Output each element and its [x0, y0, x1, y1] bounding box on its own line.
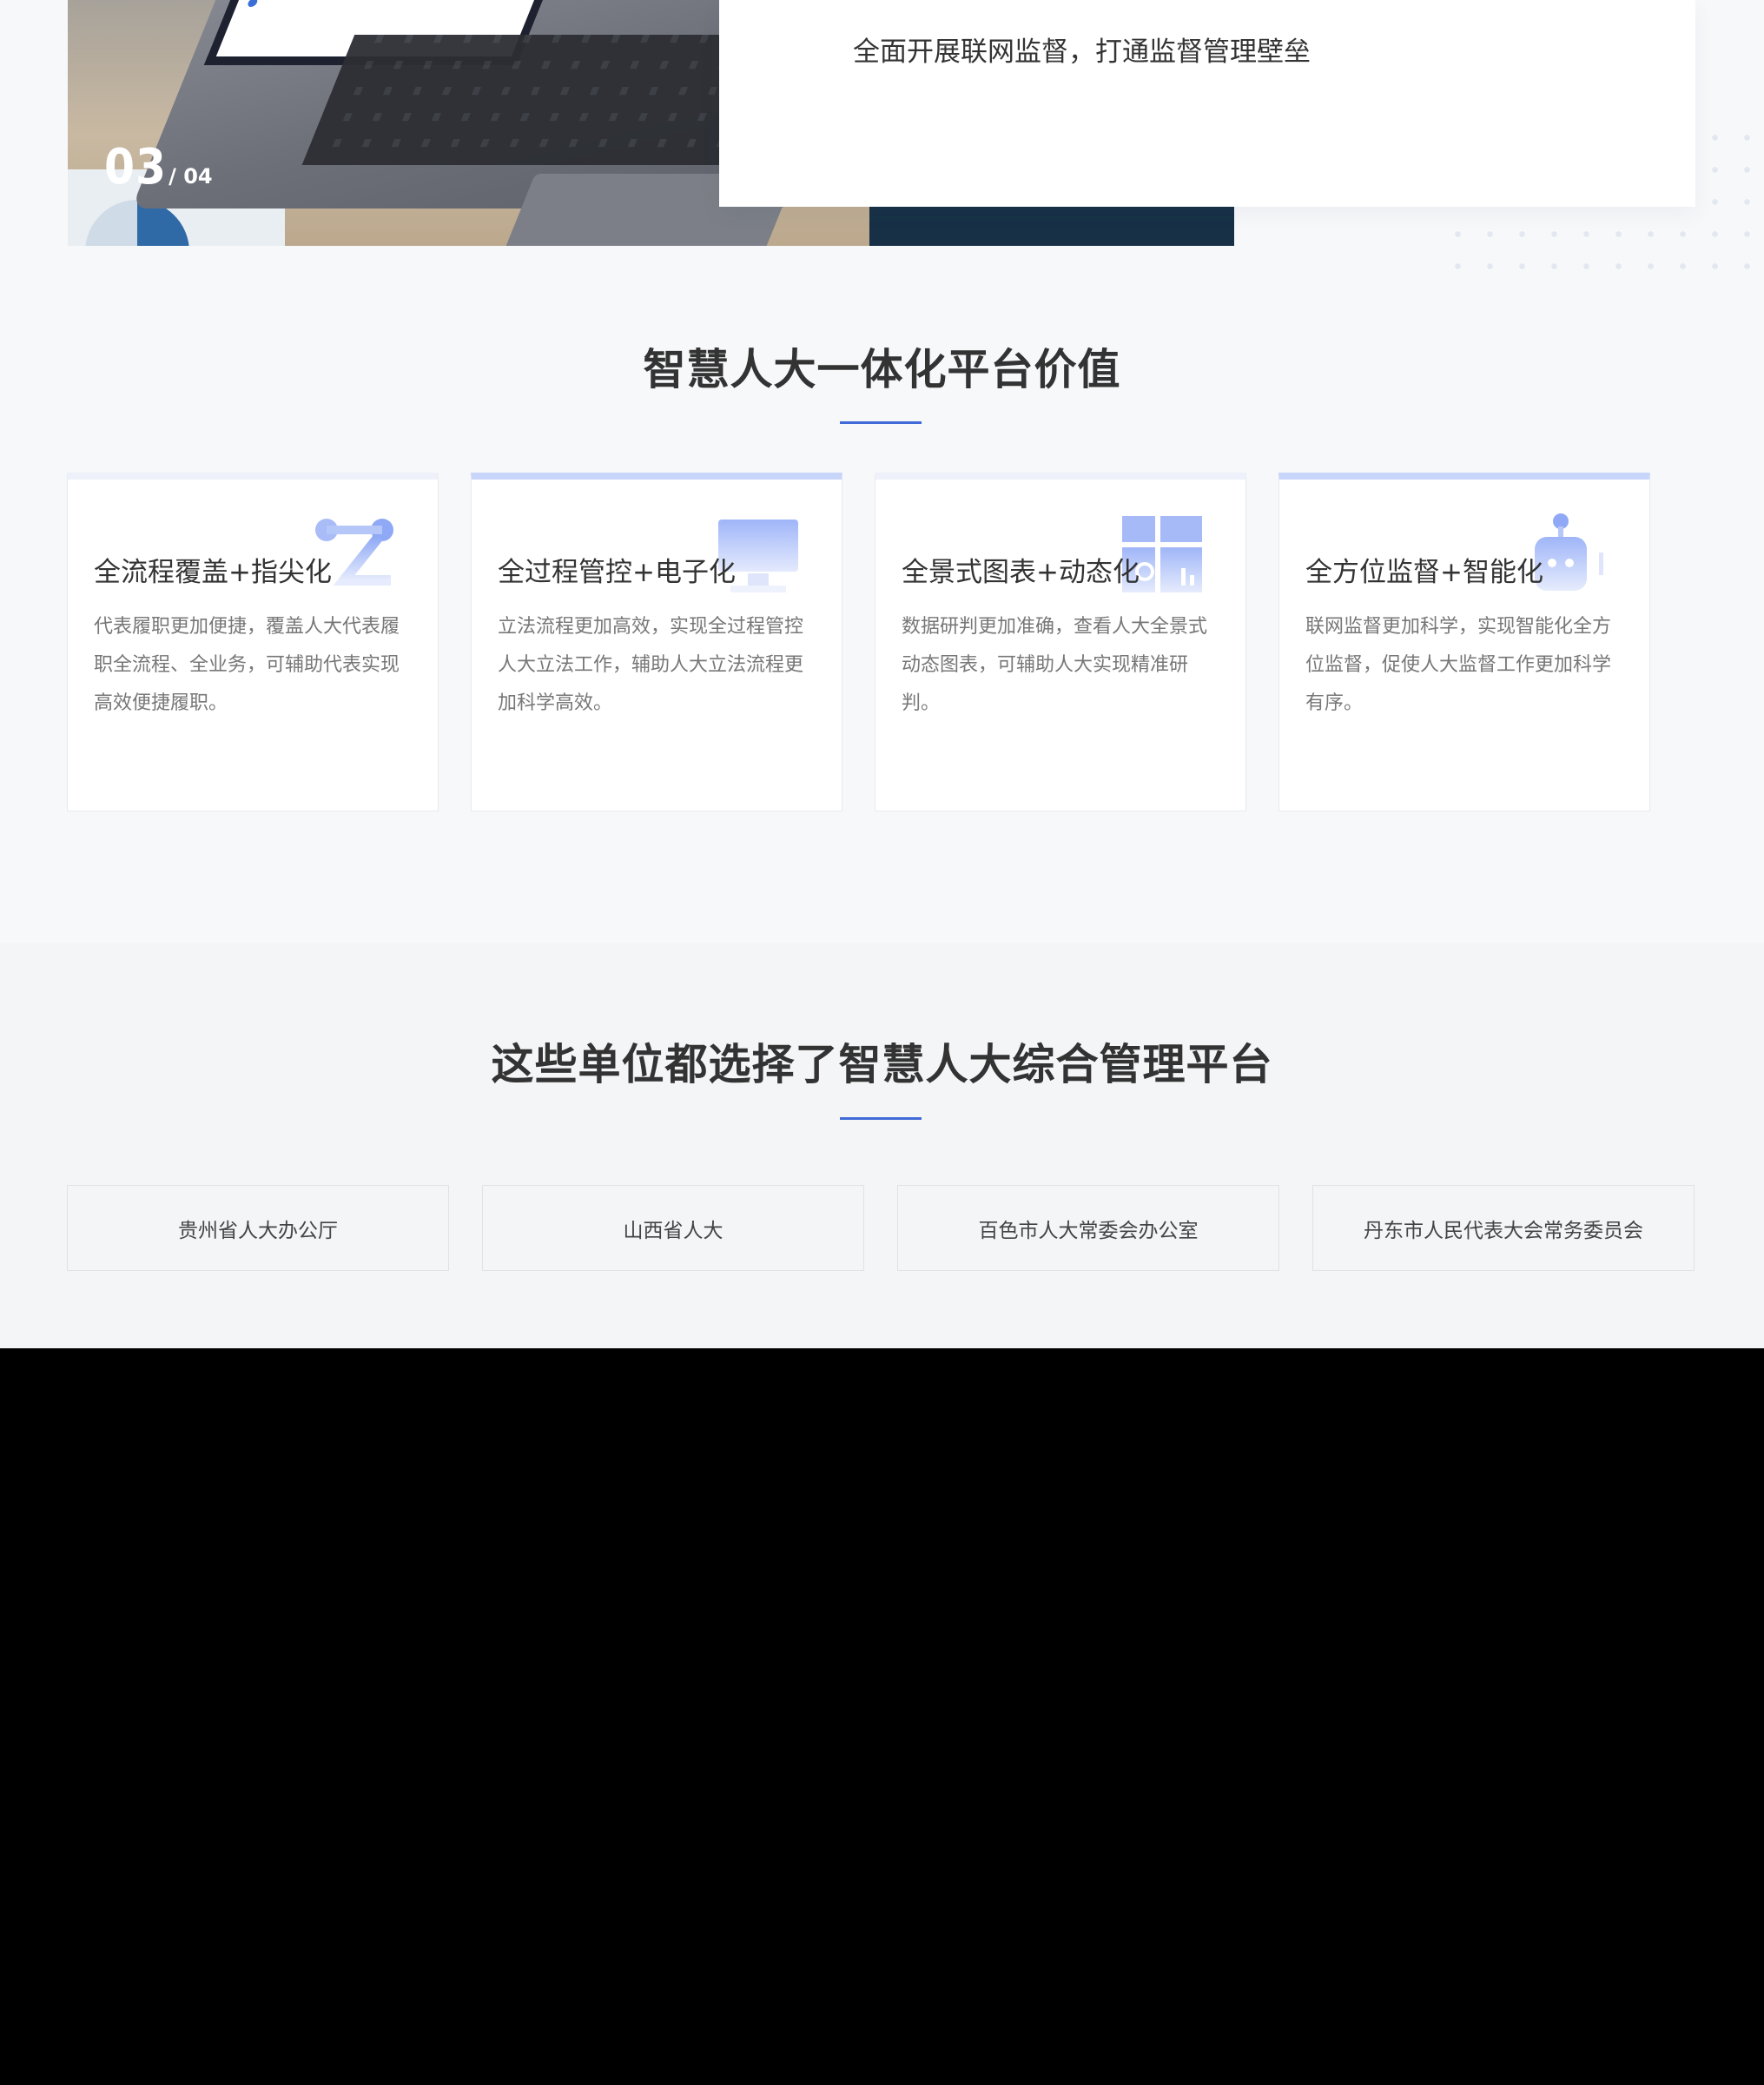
value-card[interactable]: 全过程管控+电子化 立法流程更加高效，实现全过程管控人大立法工作，辅助人大立法流…: [471, 473, 842, 811]
card-title: 全过程管控+电子化: [498, 557, 736, 588]
laptop-keyboard: [301, 35, 772, 165]
slide-total: / 04: [168, 164, 213, 189]
section-title: 智慧人大一体化平台价值: [643, 345, 1121, 394]
value-card[interactable]: 全景式图表+动态化 数据研判更加准确，查看人大全景式动态图表，可辅助人大实现精准…: [875, 473, 1246, 811]
card-desc: 联网监督更加科学，实现智能化全方位监督，促使人大监督工作更加科学有序。: [1305, 616, 1612, 714]
card-desc: 代表履职更加便捷，覆盖人大代表履职全流程、全业务，可辅助代表实现高效便捷履职。: [94, 616, 400, 714]
hero-section: 03/ 04 全面开展联网监督，打通监督管理壁垒: [0, 0, 1764, 287]
client-item: 贵州省人大办公厅: [67, 1185, 449, 1271]
value-card[interactable]: 全方位监督+智能化 联网监督更加科学，实现智能化全方位监督，促使人大监督工作更加…: [1278, 473, 1650, 811]
slide-current: 03: [104, 139, 168, 195]
client-item: 百色市人大常委会办公室: [897, 1185, 1279, 1271]
hero-card-text: 全面开展联网监督，打通监督管理壁垒: [853, 36, 1311, 68]
client-item: 山西省人大: [482, 1185, 864, 1271]
card-title: 全流程覆盖+指尖化: [94, 557, 332, 588]
card-desc: 数据研判更加准确，查看人大全景式动态图表，可辅助人大实现精准研判。: [902, 616, 1208, 714]
hero-text-card: 全面开展联网监督，打通监督管理壁垒: [719, 0, 1695, 207]
card-title: 全景式图表+动态化: [902, 557, 1140, 588]
clients-section: 这些单位都选择了智慧人大综合管理平台 贵州省人大办公厅 山西省人大 百色市人大常…: [0, 943, 1764, 1348]
slide-counter: 03/ 04: [104, 139, 213, 195]
section-title: 这些单位都选择了智慧人大综合管理平台: [491, 1040, 1273, 1089]
card-title: 全方位监督+智能化: [1305, 557, 1543, 588]
title-underline: [840, 421, 922, 424]
card-desc: 立法流程更加高效，实现全过程管控人大立法工作，辅助人大立法流程更加科学高效。: [498, 616, 804, 714]
photo-shadow: [869, 207, 1234, 246]
value-card[interactable]: 全流程覆盖+指尖化 代表履职更加便捷，覆盖人大代表履职全流程、全业务，可辅助代表…: [67, 473, 439, 811]
platform-value-section: 智慧人大一体化平台价值 全流程覆盖+指尖化 代表履职更加便捷，覆盖人大代表履职全…: [0, 287, 1764, 943]
title-underline: [840, 1117, 922, 1120]
client-item: 丹东市人民代表大会常务委员会: [1312, 1185, 1695, 1271]
